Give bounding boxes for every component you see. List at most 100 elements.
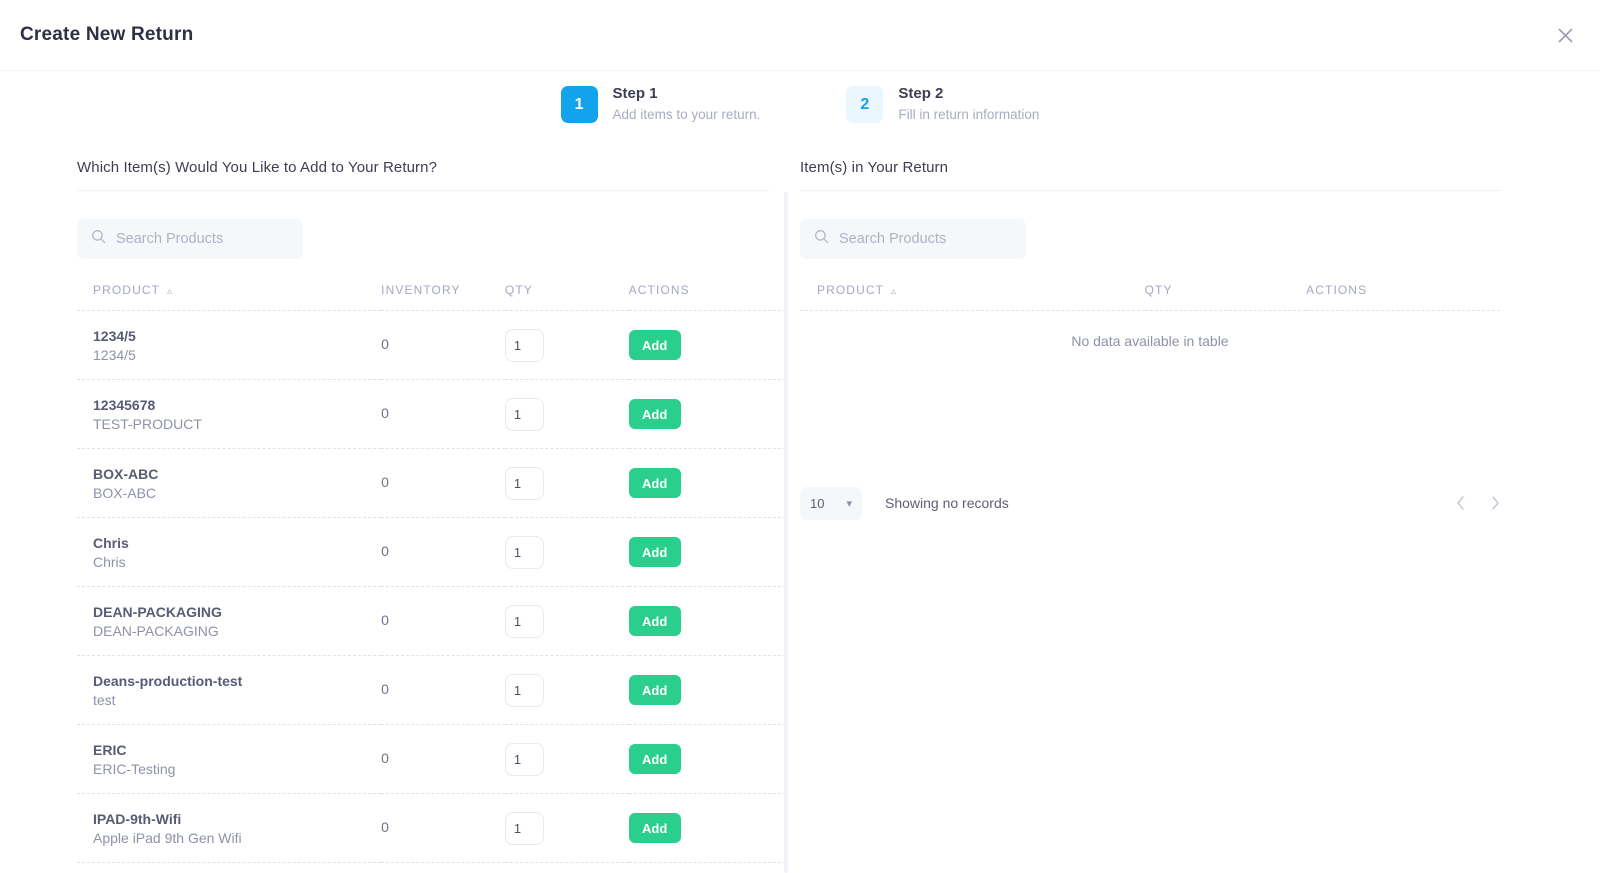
actions-cell: Add	[628, 448, 786, 518]
qty-cell	[504, 448, 629, 518]
table-row: 12345678 TEST-PRODUCT 0 Add	[77, 379, 786, 449]
column-header-qty[interactable]: QTY	[505, 283, 629, 311]
panels-container: Which Item(s) Would You Like to Add to Y…	[0, 141, 1600, 873]
return-items-heading: Item(s) in Your Return	[800, 159, 949, 176]
product-sku: 12345678	[93, 396, 156, 413]
page-title: Create New Return	[20, 24, 194, 45]
step-1-title: Step 1	[612, 85, 658, 102]
actions-cell: Add	[628, 379, 786, 449]
stepper-step-1[interactable]: 1 Step 1 Add items to your return.	[560, 84, 761, 124]
add-button[interactable]: Add	[628, 537, 681, 567]
left-search-box[interactable]	[77, 219, 303, 259]
right-search-box[interactable]	[800, 219, 1026, 259]
actions-cell: Add	[628, 655, 786, 725]
product-sku: ERIC	[93, 741, 127, 758]
qty-input[interactable]	[504, 328, 544, 362]
inventory-cell: 0	[381, 379, 505, 449]
add-button[interactable]: Add	[628, 744, 681, 774]
add-button[interactable]: Add	[628, 813, 681, 843]
product-cell: Deans-production-test test	[77, 655, 382, 725]
qty-input[interactable]	[504, 535, 544, 569]
product-name: Apple iPad 9th Gen Wifi	[93, 829, 242, 846]
actions-cell: Add	[628, 310, 786, 380]
actions-cell: Add	[628, 586, 786, 656]
left-search-input[interactable]	[116, 231, 289, 247]
empty-state-message: No data available in table	[800, 310, 1500, 371]
product-name: BOX-ABC	[93, 484, 157, 501]
actions-cell: Add	[628, 724, 786, 794]
qty-cell	[504, 310, 629, 380]
qty-cell	[504, 586, 629, 656]
product-sku: DEAN-PACKAGING	[93, 603, 222, 620]
inventory-value: 0	[381, 405, 389, 421]
return-items-table: PRODUCT ▵ QTY ACTIONS No data available i…	[800, 283, 1500, 371]
inventory-value: 0	[381, 750, 389, 766]
qty-input[interactable]	[504, 604, 544, 638]
page-size-select[interactable]: 10 ▾	[800, 486, 862, 520]
product-name: DEAN-PACKAGING	[93, 622, 219, 639]
qty-input[interactable]	[504, 673, 544, 707]
product-sku: BOX-ABC	[93, 465, 159, 482]
inventory-value: 0	[381, 819, 389, 835]
step-2-title: Step 2	[898, 85, 944, 102]
add-button[interactable]: Add	[628, 399, 681, 429]
product-sku: Deans-production-test	[93, 672, 243, 689]
table-row: Chris Chris 0 Add	[77, 517, 786, 587]
product-name: Chris	[93, 553, 126, 570]
close-icon[interactable]	[1552, 22, 1578, 48]
step-1-description: Add items to your return.	[612, 107, 761, 123]
stepper-step-2[interactable]: 2 Step 2 Fill in return information	[846, 84, 1039, 124]
qty-cell	[504, 793, 629, 863]
column-header-product[interactable]: PRODUCT ▵	[77, 283, 381, 311]
column-header-inventory[interactable]: INVENTORY	[381, 283, 505, 311]
product-cell: ERIC ERIC-Testing	[77, 724, 382, 794]
column-header-product-label: PRODUCT	[93, 283, 161, 297]
pager-navigation	[1456, 496, 1500, 510]
modal-header: Create New Return	[0, 0, 1600, 71]
return-items-header-row: PRODUCT ▵ QTY ACTIONS	[800, 283, 1500, 311]
step-1-badge: 1	[560, 86, 598, 123]
right-search-input[interactable]	[839, 231, 1012, 247]
table-row: IPAD-9th-Wifi Apple iPad 9th Gen Wifi 0 Add	[77, 793, 786, 863]
qty-cell	[504, 379, 629, 449]
chevron-left-icon[interactable]	[1456, 496, 1465, 510]
inventory-value: 0	[381, 474, 389, 490]
add-button[interactable]: Add	[628, 330, 681, 360]
add-button[interactable]: Add	[628, 606, 681, 636]
product-name: ERIC-Testing	[93, 760, 176, 777]
column-header-product-label: PRODUCT	[817, 283, 885, 297]
available-items-heading: Which Item(s) Would You Like to Add to Y…	[77, 159, 438, 176]
product-cell: Chris Chris	[77, 517, 382, 587]
product-name: test	[93, 691, 116, 708]
inventory-value: 0	[381, 681, 389, 697]
inventory-value: 0	[381, 612, 389, 628]
available-items-header-row: PRODUCT ▵ INVENTORY QTY ACTIONS	[77, 283, 786, 311]
inventory-cell: 0	[381, 310, 505, 380]
qty-input[interactable]	[504, 397, 544, 431]
product-sku: IPAD-9th-Wifi	[93, 810, 182, 827]
add-button[interactable]: Add	[628, 675, 681, 705]
page-size-value: 10	[810, 495, 825, 511]
inventory-cell: 0	[381, 724, 505, 794]
product-cell: DEAN-PACKAGING DEAN-PACKAGING	[77, 586, 382, 656]
empty-state-row: No data available in table	[800, 310, 1500, 371]
actions-cell: Add	[628, 517, 786, 587]
return-items-panel: Item(s) in Your Return PRODUCT ▵	[786, 141, 1600, 873]
column-header-qty[interactable]: QTY	[1145, 283, 1307, 311]
product-cell: BOX-ABC BOX-ABC	[77, 448, 382, 518]
chevron-down-icon: ▾	[846, 497, 852, 510]
available-items-table: PRODUCT ▵ INVENTORY QTY ACTIONS 1234/5 123…	[77, 283, 786, 863]
product-sku: 1234/5	[93, 327, 136, 344]
qty-input[interactable]	[504, 742, 544, 776]
qty-input[interactable]	[504, 466, 544, 500]
return-items-body: No data available in table	[800, 310, 1500, 371]
qty-cell	[504, 517, 629, 587]
column-header-product[interactable]: PRODUCT ▵	[800, 283, 1145, 311]
table-row: ERIC ERIC-Testing 0 Add	[77, 724, 786, 794]
product-name: TEST-PRODUCT	[93, 415, 202, 432]
inventory-value: 0	[381, 543, 389, 559]
chevron-right-icon[interactable]	[1491, 496, 1500, 510]
inventory-cell: 0	[381, 586, 505, 656]
add-button[interactable]: Add	[628, 468, 681, 498]
qty-input[interactable]	[504, 811, 544, 845]
